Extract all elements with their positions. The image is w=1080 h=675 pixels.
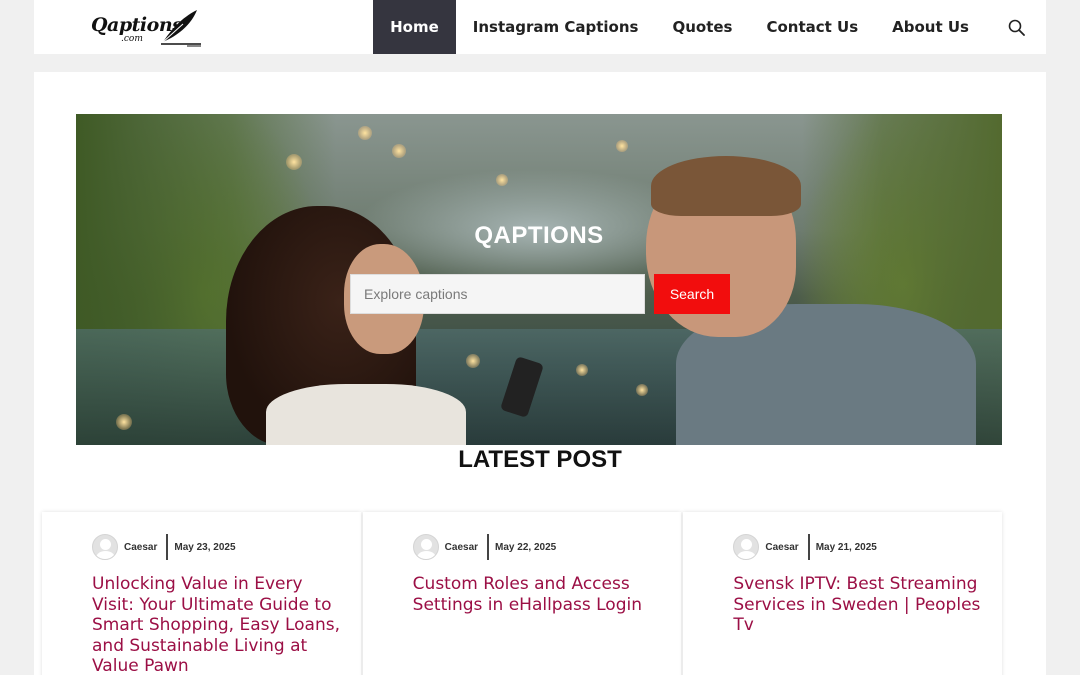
hero-light — [636, 384, 648, 396]
post-author[interactable]: Caesar — [445, 542, 478, 553]
post-author[interactable]: Caesar — [765, 542, 798, 553]
nav-instagram-captions[interactable]: Instagram Captions — [456, 0, 656, 54]
search-button[interactable]: Search — [654, 274, 730, 314]
hero-light — [496, 174, 508, 186]
logo-subtext: .com — [121, 34, 143, 44]
post-title-link[interactable]: Custom Roles and Access Settings in eHal… — [413, 574, 669, 615]
hero-light — [286, 154, 302, 170]
main-nav: Home Instagram Captions Quotes Contact U… — [373, 0, 1046, 54]
hero-title: QAPTIONS — [474, 222, 604, 249]
hero-light — [616, 140, 628, 152]
avatar[interactable] — [92, 534, 118, 560]
avatar[interactable] — [412, 534, 439, 560]
post-list: Caesar May 23, 2025 Unlocking Value in E… — [42, 512, 1003, 675]
site-header: Qaptions .com Home Instagram Captions Qu… — [34, 0, 1046, 54]
latest-post-heading: LATEST POST — [458, 446, 622, 473]
meta-divider — [807, 534, 810, 560]
hero-light — [358, 126, 372, 140]
meta-divider — [166, 534, 169, 560]
hero-woman-shirt — [266, 384, 466, 445]
post-author[interactable]: Caesar — [124, 542, 157, 553]
search-placeholder: Explore captions — [364, 286, 468, 302]
nav-about-us[interactable]: About Us — [875, 0, 986, 54]
post-meta: Caesar May 23, 2025 — [92, 534, 236, 560]
feather-icon — [161, 10, 201, 47]
post-meta: Caesar May 22, 2025 — [412, 534, 557, 560]
post-card: Caesar May 23, 2025 Unlocking Value in E… — [42, 512, 361, 675]
search-icon[interactable] — [986, 0, 1046, 54]
post-title-link[interactable]: Svensk IPTV: Best Streaming Services in … — [733, 574, 989, 636]
main-content: QAPTIONS Explore captions Search LATEST … — [34, 72, 1046, 675]
post-date: May 21, 2025 — [815, 541, 877, 553]
nav-contact-us[interactable]: Contact Us — [749, 0, 875, 54]
post-date: May 23, 2025 — [174, 541, 236, 553]
hero-man-hair — [651, 156, 801, 216]
hero-light — [392, 144, 406, 158]
avatar[interactable] — [733, 534, 760, 560]
meta-divider — [487, 534, 490, 560]
hero-light — [466, 354, 480, 368]
post-date: May 22, 2025 — [495, 541, 557, 553]
post-title-link[interactable]: Unlocking Value in Every Visit: Your Ult… — [92, 574, 348, 675]
hero-light — [116, 414, 132, 430]
nav-home[interactable]: Home — [373, 0, 456, 54]
hero-light — [576, 364, 588, 376]
post-meta: Caesar May 21, 2025 — [733, 534, 877, 560]
search-input[interactable]: Explore captions — [350, 274, 645, 314]
post-card: Caesar May 21, 2025 Svensk IPTV: Best St… — [683, 512, 1003, 675]
site-logo[interactable]: Qaptions .com — [91, 8, 201, 48]
hero-banner: QAPTIONS Explore captions Search — [76, 114, 1002, 445]
post-card: Caesar May 22, 2025 Custom Roles and Acc… — [362, 512, 682, 675]
nav-quotes[interactable]: Quotes — [655, 0, 749, 54]
